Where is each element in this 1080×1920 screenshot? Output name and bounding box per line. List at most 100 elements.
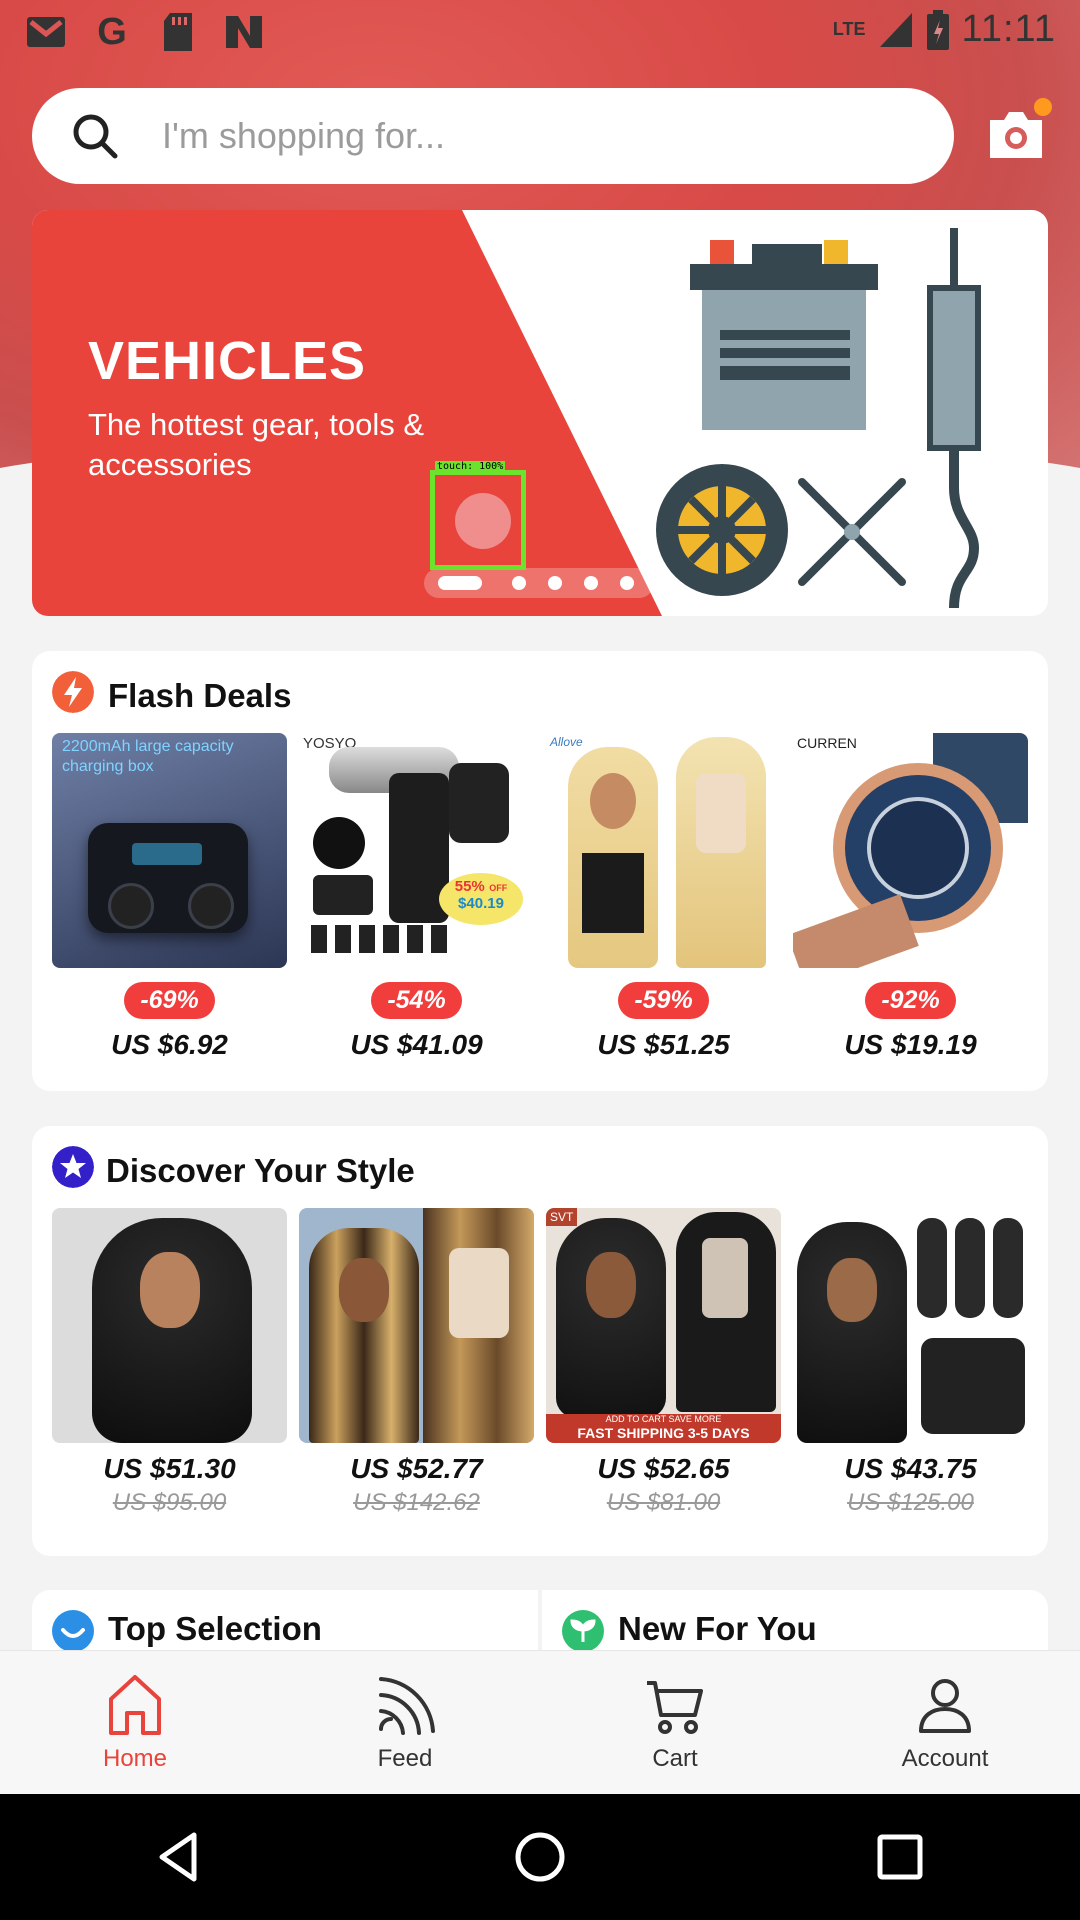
- discount-badge: -59%: [618, 982, 709, 1019]
- lug-wrench-icon: [798, 478, 906, 586]
- ribbon-top-text: ADD TO CART SAVE MORE: [605, 1414, 722, 1424]
- product-image-earbuds[interactable]: 2200mAh large capacity charging box: [52, 733, 287, 968]
- nav-feed-label: Feed: [377, 1745, 433, 1772]
- discount-badge: -69%: [124, 982, 215, 1019]
- feed-icon: [379, 1677, 435, 1735]
- bottom-navigation: Home Feed Cart Account: [0, 1650, 1080, 1795]
- news-icon: [224, 12, 264, 52]
- discount-badge: -92%: [865, 982, 956, 1019]
- home-icon: [109, 1675, 161, 1735]
- product-image-body-wave-bundle[interactable]: [793, 1208, 1028, 1443]
- product-price: US $43.75: [844, 1453, 977, 1484]
- shipping-ribbon: ADD TO CART SAVE MORE FAST SHIPPING 3-5 …: [546, 1414, 781, 1443]
- carousel-indicator[interactable]: [424, 568, 654, 598]
- brand-label: SVT: [546, 1208, 578, 1226]
- cart-icon: [647, 1681, 703, 1734]
- nav-cart[interactable]: Cart: [540, 1651, 810, 1795]
- clock: 11:11: [961, 8, 1056, 50]
- app-screen: G LTE 11:11 VEHICLES The hottest gear, t…: [0, 0, 1080, 1920]
- smile-icon: [52, 1610, 94, 1650]
- discover-item[interactable]: US $43.75 US $125.00: [793, 1208, 1028, 1517]
- exhaust-pipe-icon: [927, 228, 981, 608]
- brand-label: Allove: [550, 735, 583, 749]
- search-bar[interactable]: [32, 88, 954, 184]
- gmail-icon: [26, 12, 66, 52]
- product-caption: 2200mAh large capacity charging box: [62, 738, 234, 775]
- notification-dot: [1034, 98, 1052, 116]
- recents-icon[interactable]: [870, 1827, 930, 1887]
- discover-style-title[interactable]: Discover Your Style: [106, 1152, 415, 1190]
- account-icon: [919, 1679, 971, 1733]
- carousel-dot[interactable]: [512, 576, 526, 590]
- product-image-wrist-watch[interactable]: CURREN: [793, 733, 1028, 968]
- flash-deal-item[interactable]: YOSYO 55% OFF $40.19 -54% US $41.09: [299, 733, 534, 1061]
- status-bar: G LTE 11:11: [0, 0, 1080, 64]
- price-tag-badge: 55% OFF $40.19: [439, 873, 523, 925]
- back-icon[interactable]: [150, 1827, 210, 1887]
- sd-card-icon: [158, 12, 198, 52]
- product-price: US $52.77: [350, 1453, 483, 1484]
- original-price: US $125.00: [847, 1489, 974, 1516]
- flash-deal-item[interactable]: CURREN -92% US $19.19: [793, 733, 1028, 1061]
- camera-search-button[interactable]: [986, 98, 1052, 164]
- product-price: US $6.92: [111, 1029, 228, 1060]
- badge-price: $40.19: [458, 895, 504, 912]
- touch-indicator: touch: 100%: [430, 461, 526, 570]
- google-icon: G: [97, 10, 127, 53]
- network-type: LTE: [832, 19, 866, 39]
- sprout-icon: [562, 1610, 604, 1650]
- badge-off: OFF: [489, 883, 508, 893]
- badge-percent: 55%: [454, 878, 485, 895]
- discover-item[interactable]: SVT ADD TO CART SAVE MORE FAST SHIPPING …: [546, 1208, 781, 1517]
- carousel-dot[interactable]: [620, 576, 634, 590]
- product-image-curly-wig[interactable]: [52, 1208, 287, 1443]
- signal-icon: [879, 12, 912, 47]
- nav-feed[interactable]: Feed: [270, 1651, 540, 1795]
- carousel-dot[interactable]: [548, 576, 562, 590]
- product-image-blonde-wig[interactable]: Allove: [546, 733, 781, 968]
- battery-icon: [926, 9, 949, 50]
- original-price: US $142.62: [353, 1489, 480, 1516]
- new-for-you-title: New For You: [618, 1610, 817, 1647]
- star-badge-icon: [52, 1146, 94, 1188]
- carousel-dot-active[interactable]: [438, 576, 482, 590]
- original-price: US $95.00: [112, 1489, 227, 1516]
- search-input[interactable]: [160, 114, 864, 158]
- top-selection-card[interactable]: Top Selection: [32, 1590, 538, 1650]
- original-price: US $81.00: [606, 1489, 721, 1516]
- banner-title: VEHICLES: [88, 331, 367, 391]
- wheel-icon: [656, 464, 788, 596]
- discover-style-card: Discover Your Style US $51.30 US $95.00 …: [32, 1126, 1048, 1556]
- flash-deals-title[interactable]: Flash Deals: [108, 677, 291, 715]
- product-price: US $52.65: [597, 1453, 730, 1484]
- new-for-you-card[interactable]: New For You: [542, 1590, 1048, 1650]
- discount-badge: -54%: [371, 982, 462, 1019]
- product-price: US $51.25: [597, 1029, 730, 1060]
- nav-cart-label: Cart: [652, 1745, 698, 1772]
- top-selection-title: Top Selection: [108, 1610, 322, 1647]
- product-price: US $19.19: [844, 1029, 977, 1060]
- system-navigation-bar: [0, 1794, 1080, 1920]
- product-image-massage-gun[interactable]: YOSYO 55% OFF $40.19: [299, 733, 534, 968]
- product-price: US $51.30: [103, 1453, 236, 1484]
- car-battery-icon: [690, 240, 878, 430]
- product-image-highlight-wig[interactable]: [299, 1208, 534, 1443]
- discover-item[interactable]: US $51.30 US $95.00: [52, 1208, 287, 1517]
- nav-account[interactable]: Account: [810, 1651, 1080, 1795]
- brand-label: CURREN: [797, 735, 857, 751]
- touch-label: touch: 100%: [435, 461, 506, 473]
- carousel-dot[interactable]: [584, 576, 598, 590]
- promo-banner[interactable]: VEHICLES The hottest gear, tools & acces…: [32, 210, 1048, 616]
- nav-home[interactable]: Home: [0, 1651, 270, 1795]
- product-price: US $41.09: [350, 1029, 483, 1060]
- flash-deals-card: Flash Deals 2200mAh large capacity charg…: [32, 651, 1048, 1091]
- nav-home-label: Home: [102, 1745, 168, 1772]
- flash-deal-item[interactable]: 2200mAh large capacity charging box -69%…: [52, 733, 287, 1061]
- search-icon[interactable]: [70, 111, 120, 161]
- product-image-kinky-curly-wig[interactable]: SVT ADD TO CART SAVE MORE FAST SHIPPING …: [546, 1208, 781, 1443]
- nav-account-label: Account: [901, 1745, 989, 1772]
- ribbon-main-text: FAST SHIPPING 3-5 DAYS: [577, 1425, 750, 1441]
- flash-deal-item[interactable]: Allove -59% US $51.25: [546, 733, 781, 1061]
- home-circle-icon[interactable]: [510, 1827, 570, 1887]
- discover-item[interactable]: US $52.77 US $142.62: [299, 1208, 534, 1517]
